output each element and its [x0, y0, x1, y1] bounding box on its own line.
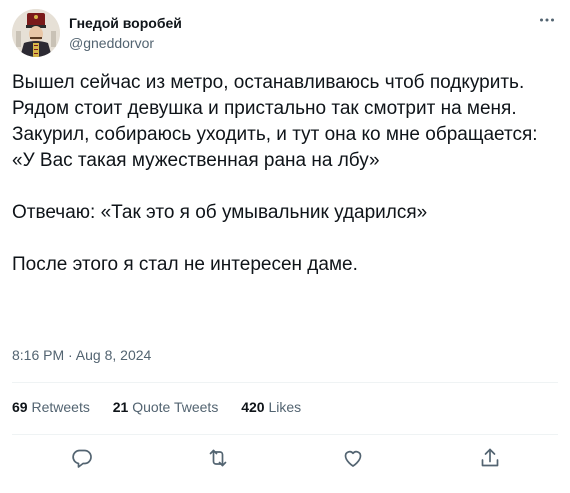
like-icon[interactable] [341, 446, 365, 470]
likes-count: 420 [241, 399, 265, 415]
reply-icon[interactable] [70, 446, 94, 470]
author-handle[interactable]: @gneddorvor [69, 34, 182, 52]
tweet-paragraph: Отвечаю: «Так это я об умывальник ударил… [12, 202, 428, 223]
share-icon[interactable] [478, 446, 502, 470]
more-dots-icon[interactable] [538, 11, 556, 29]
retweet-icon[interactable] [206, 446, 230, 470]
tweet-text: Вышел сейчас из метро, останавливаюсь чт… [12, 70, 558, 278]
divider [12, 382, 558, 383]
tweet-actions [12, 443, 558, 473]
tweet-paragraph: Вышел сейчас из метро, останавливаюсь чт… [12, 72, 538, 171]
tweet-card: Гнедой воробей @gneddorvor Вышел сейчас … [0, 0, 570, 493]
quote-tweets-stat[interactable]: 21 Quote Tweets [113, 399, 219, 415]
quote-tweets-count: 21 [112, 399, 129, 415]
hussar-portrait-icon [12, 9, 60, 57]
quote-tweets-label: Quote Tweets [132, 399, 219, 415]
avatar[interactable] [12, 9, 60, 57]
retweets-count: 69 [12, 399, 28, 415]
likes-label: Likes [268, 399, 302, 415]
tweet-header: Гнедой воробей @gneddorvor [12, 9, 558, 57]
retweets-label: Retweets [31, 399, 90, 415]
tweet-paragraph: После этого я стал не интересен даме. [12, 254, 358, 275]
author-display-name[interactable]: Гнедой воробей [69, 14, 182, 32]
tweet-timestamp[interactable]: 8:16 PM · Aug 8, 2024 [12, 347, 151, 363]
retweets-stat[interactable]: 69 Retweets [12, 399, 90, 415]
likes-stat[interactable]: 420 Likes [241, 399, 301, 415]
author-names: Гнедой воробей @gneddorvor [69, 14, 182, 52]
tweet-stats: 69 Retweets 21 Quote Tweets 420 Likes [12, 399, 320, 415]
divider [12, 434, 558, 435]
